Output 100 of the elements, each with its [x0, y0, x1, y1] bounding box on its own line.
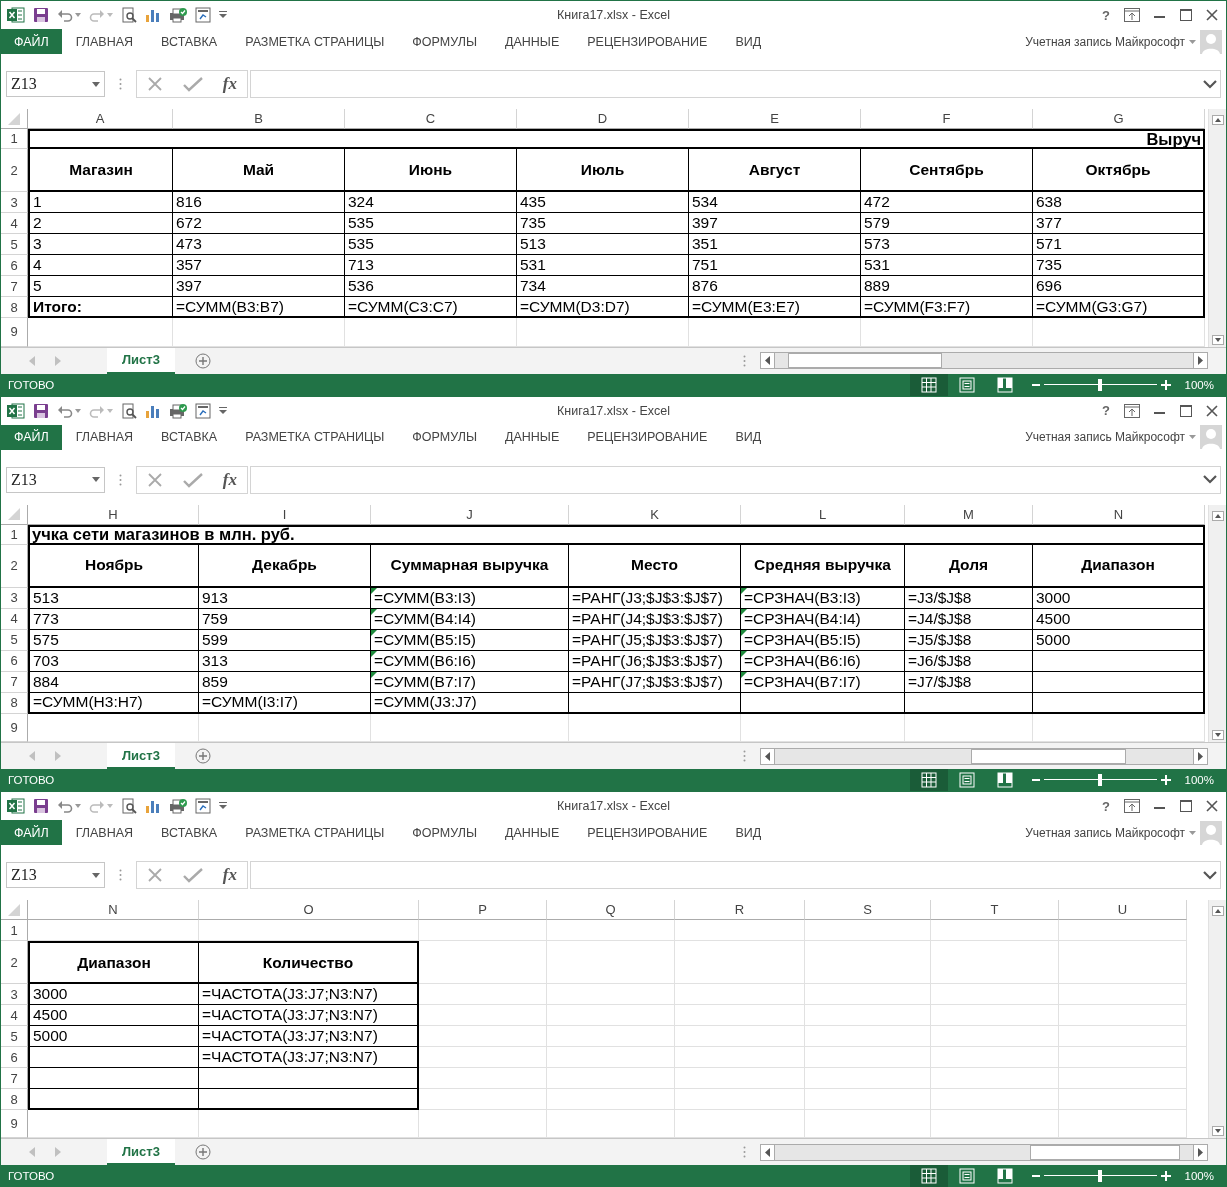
column-header[interactable]: C	[425, 111, 436, 126]
file-tab[interactable]: ФАЙЛ	[1, 424, 62, 450]
scroll-down-icon[interactable]	[1211, 334, 1224, 345]
error-indicator-icon[interactable]	[371, 608, 377, 615]
row-number[interactable]: 6	[10, 257, 18, 273]
insert-function-button[interactable]: fx	[222, 865, 237, 886]
close-icon[interactable]	[1206, 404, 1218, 417]
undo-icon[interactable]	[57, 8, 73, 22]
error-indicator-icon[interactable]	[741, 671, 747, 678]
error-indicator-icon[interactable]	[371, 671, 377, 678]
ribbon-tab[interactable]: ДАННЫЕ	[490, 29, 574, 54]
check-icon[interactable]	[182, 867, 203, 884]
ribbon-display-icon[interactable]	[1124, 403, 1140, 418]
account-name[interactable]: Учетная запись Майкрософт	[1025, 430, 1185, 445]
add-sheet-icon[interactable]	[194, 748, 211, 765]
column-header[interactable]: O	[303, 902, 314, 918]
caret-icon[interactable]	[75, 13, 81, 17]
close-icon[interactable]	[1206, 9, 1218, 21]
row-number[interactable]: 6	[10, 1049, 18, 1065]
row-number[interactable]: 1	[10, 526, 18, 542]
row-number[interactable]: 8	[10, 299, 18, 315]
formula-input[interactable]	[250, 861, 1221, 890]
ribbon-tab[interactable]: ГЛАВНАЯ	[61, 820, 148, 846]
printer-check-icon[interactable]	[169, 7, 187, 23]
row-number[interactable]: 8	[10, 695, 18, 711]
help-button[interactable]: ?	[1102, 7, 1110, 23]
scroll-up-icon[interactable]	[1211, 115, 1224, 125]
ribbon-tab[interactable]: ДАННЫЕ	[490, 424, 574, 450]
row-number[interactable]: 3	[10, 194, 18, 210]
caret-icon[interactable]	[1189, 435, 1196, 440]
zoom-in-icon[interactable]	[1160, 1171, 1171, 1181]
error-indicator-icon[interactable]	[371, 650, 377, 657]
check-icon[interactable]	[182, 471, 203, 488]
view-button[interactable]	[909, 373, 948, 396]
ribbon-display-icon[interactable]	[1124, 799, 1140, 814]
column-header[interactable]: D	[597, 111, 608, 126]
column-header[interactable]: I	[282, 506, 287, 522]
sheet-tab[interactable]: Лист3	[107, 743, 175, 770]
form-icon[interactable]	[195, 402, 211, 419]
ribbon-tab[interactable]: ФОРМУЛЫ	[398, 424, 491, 450]
scroll-up-icon[interactable]	[1211, 906, 1224, 917]
row-number[interactable]: 5	[10, 1028, 18, 1044]
ribbon-tab[interactable]: ФОРМУЛЫ	[398, 29, 491, 54]
horizontal-scrollbar[interactable]	[775, 352, 1193, 370]
chevron-down-icon[interactable]	[1203, 79, 1217, 89]
formula-input[interactable]	[250, 70, 1221, 98]
customize-menu-icon[interactable]	[219, 406, 227, 415]
save-icon[interactable]	[33, 7, 49, 23]
close-icon[interactable]	[1206, 800, 1218, 813]
chevron-down-icon[interactable]	[1203, 870, 1217, 880]
file-tab[interactable]: ФАЙЛ	[1, 820, 62, 846]
column-header[interactable]: E	[770, 111, 779, 126]
error-indicator-icon[interactable]	[741, 587, 747, 594]
horizontal-scrollbar[interactable]	[775, 747, 1193, 765]
scroll-left-icon[interactable]	[760, 747, 775, 765]
scroll-down-icon[interactable]	[1211, 730, 1224, 741]
ribbon-tab[interactable]: ГЛАВНАЯ	[61, 29, 148, 54]
name-box[interactable]: Z13	[6, 862, 105, 889]
row-number[interactable]: 9	[10, 324, 18, 340]
row-number[interactable]: 2	[10, 954, 18, 970]
column-header[interactable]: N	[108, 902, 118, 918]
chevron-down-icon[interactable]	[1203, 475, 1217, 485]
column-header[interactable]: B	[254, 111, 263, 126]
undo-icon[interactable]	[57, 799, 73, 814]
scroll-right-icon[interactable]	[1193, 1143, 1208, 1161]
zoom-in-icon[interactable]	[1160, 379, 1171, 390]
ribbon-tab[interactable]: РАЗМЕТКА СТРАНИЦЫ	[231, 29, 399, 54]
column-header[interactable]: H	[108, 506, 118, 522]
add-sheet-icon[interactable]	[194, 352, 211, 369]
check-icon[interactable]	[182, 76, 203, 92]
view-button[interactable]	[909, 1165, 948, 1187]
sheet-tab[interactable]: Лист3	[107, 1139, 175, 1165]
save-icon[interactable]	[33, 798, 49, 815]
print-preview-icon[interactable]	[121, 402, 137, 419]
customize-menu-icon[interactable]	[219, 802, 227, 811]
zoom-slider[interactable]	[1043, 377, 1157, 392]
caret-icon[interactable]	[75, 804, 81, 809]
row-number[interactable]: 3	[10, 986, 18, 1002]
row-number[interactable]: 7	[10, 674, 18, 690]
help-button[interactable]: ?	[1102, 403, 1110, 419]
column-header[interactable]: R	[734, 902, 745, 918]
zoom-level[interactable]: 100%	[1184, 774, 1214, 787]
scroll-right-icon[interactable]	[1193, 747, 1208, 765]
maximize-icon[interactable]	[1180, 9, 1192, 21]
row-number[interactable]: 4	[10, 611, 18, 627]
row-number[interactable]: 1	[10, 131, 18, 146]
print-preview-icon[interactable]	[121, 798, 137, 815]
column-header[interactable]: M	[963, 506, 974, 522]
caret-icon[interactable]	[1189, 830, 1196, 835]
row-number[interactable]: 4	[10, 1007, 18, 1023]
ribbon-tab[interactable]: ВИД	[721, 29, 776, 54]
caret-icon[interactable]	[92, 872, 100, 878]
row-number[interactable]: 9	[10, 720, 18, 735]
zoom-slider-thumb[interactable]	[1098, 774, 1103, 787]
zoom-level[interactable]: 100%	[1184, 378, 1214, 391]
customize-menu-icon[interactable]	[219, 11, 227, 19]
ribbon-tab[interactable]: ДАННЫЕ	[490, 820, 574, 846]
row-number[interactable]: 1	[10, 922, 18, 938]
row-number[interactable]: 4	[10, 215, 18, 231]
zoom-slider-thumb[interactable]	[1098, 378, 1103, 391]
